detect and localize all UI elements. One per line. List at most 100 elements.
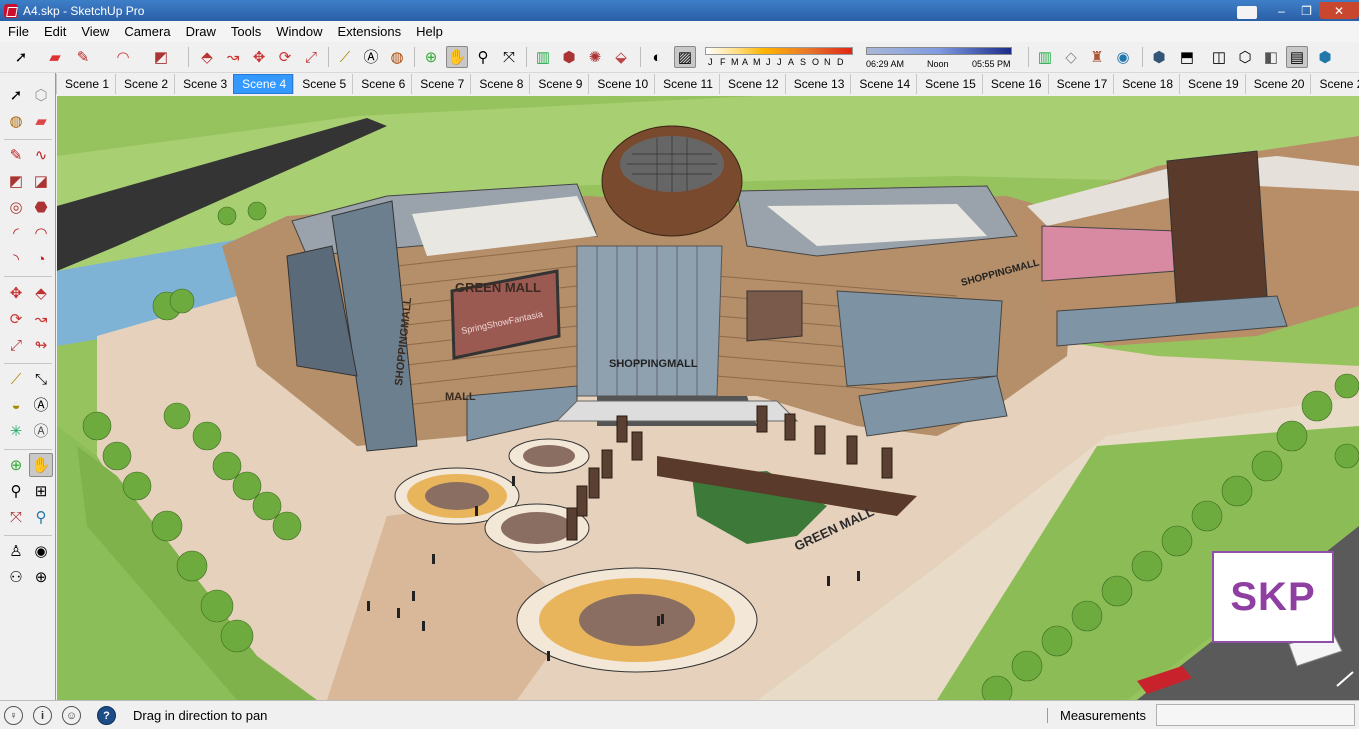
zoom-icon[interactable]: ⚲: [472, 46, 494, 68]
scale-icon[interactable]: ⤢: [4, 333, 28, 357]
text-label-icon[interactable]: Ⓐ: [360, 46, 382, 68]
scene-tab[interactable]: Scene 6: [352, 74, 411, 94]
freehand-icon[interactable]: ∿: [29, 143, 53, 167]
zoom-icon[interactable]: ⚲: [4, 479, 28, 503]
scene-tab[interactable]: Scene 13: [784, 74, 851, 94]
show-fog-icon[interactable]: ▨: [674, 46, 696, 68]
user-account-icon[interactable]: ☺: [62, 706, 81, 725]
position-camera-icon[interactable]: ♙: [4, 539, 28, 563]
menu-file[interactable]: File: [0, 24, 36, 39]
text-icon[interactable]: Ⓐ: [29, 393, 53, 417]
orbit-icon[interactable]: ⊕: [4, 453, 28, 477]
polygon-icon[interactable]: ⬣: [29, 195, 53, 219]
show-shadows-icon[interactable]: ◐: [646, 46, 668, 68]
make-component-icon[interactable]: ⬡: [29, 83, 53, 107]
scene-tab[interactable]: Scene 19: [1179, 74, 1245, 94]
sandbox-icon[interactable]: ♜: [1086, 46, 1108, 68]
rotate-icon[interactable]: ⟳: [4, 307, 28, 331]
scale-icon[interactable]: ⤢: [300, 46, 322, 68]
follow-me-icon[interactable]: ↝: [222, 46, 244, 68]
wireframe-icon[interactable]: ⬡: [1234, 46, 1256, 68]
model-viewport[interactable]: GREEN MALL SHOPPINGMALL SHOPPINGMALL MAL…: [57, 96, 1359, 700]
restore-button[interactable]: ❐: [1294, 2, 1319, 19]
push-pull-icon[interactable]: ⬘: [29, 281, 53, 305]
eraser-icon[interactable]: ▰: [44, 46, 66, 68]
pencil-line-icon[interactable]: ✎: [72, 46, 94, 68]
hidden-line-icon[interactable]: ◧: [1260, 46, 1282, 68]
zoom-extents-icon[interactable]: ⤧: [498, 46, 520, 68]
scene-tab[interactable]: Scene 11: [654, 74, 719, 94]
select-arrow-icon[interactable]: ➚: [10, 46, 32, 68]
scene-tab[interactable]: Scene 17: [1047, 74, 1114, 94]
scene-tab[interactable]: Scene 21: [1310, 74, 1359, 94]
three-point-arc-icon[interactable]: ◝: [4, 247, 28, 271]
move-icon[interactable]: ✥: [4, 281, 28, 305]
rectangle-icon[interactable]: ◩: [4, 169, 28, 193]
scene-tab[interactable]: Scene 5: [293, 74, 352, 94]
shadow-time-slider[interactable]: 06:29 AM Noon 05:55 PM: [866, 47, 1016, 69]
circle-icon[interactable]: ◎: [4, 195, 28, 219]
scene-tab[interactable]: Scene 12: [718, 74, 785, 94]
menu-draw[interactable]: Draw: [178, 24, 223, 39]
rotated-rectangle-icon[interactable]: ◪: [29, 169, 53, 193]
share-model-icon[interactable]: ⬢: [558, 46, 580, 68]
select-icon[interactable]: ➚: [4, 83, 28, 107]
iso-view-icon[interactable]: ⬢: [1148, 46, 1170, 68]
arc-icon[interactable]: ◠: [112, 46, 134, 68]
look-around-icon[interactable]: ◉: [29, 539, 53, 563]
offset-icon[interactable]: ↬: [29, 333, 53, 357]
axes-icon[interactable]: ✳: [4, 419, 28, 443]
tape-measure-icon[interactable]: ⟋: [4, 367, 28, 391]
minimize-button[interactable]: –: [1269, 2, 1294, 19]
pie-icon[interactable]: ◔: [29, 247, 53, 271]
orbit-icon[interactable]: ⊕: [420, 46, 442, 68]
scene-tab[interactable]: Scene 15: [916, 74, 982, 94]
follow-me-icon[interactable]: ↝: [29, 307, 53, 331]
warehouse-icon[interactable]: ▥: [532, 46, 554, 68]
shadow-date-slider[interactable]: J F M A M J J A S O N D: [705, 47, 853, 69]
scene-tab[interactable]: Scene 16: [981, 74, 1048, 94]
paint-bucket-icon[interactable]: ◍: [4, 109, 28, 133]
menu-help[interactable]: Help: [408, 24, 450, 39]
3d-text-icon[interactable]: Ⓐ: [29, 419, 53, 443]
get-models-icon[interactable]: ▥: [1034, 46, 1056, 68]
measurements-input[interactable]: [1156, 704, 1355, 726]
credits-info-icon[interactable]: i: [33, 706, 52, 725]
section-plane-icon[interactable]: ⊕: [29, 565, 53, 589]
walk-icon[interactable]: ⚇: [4, 565, 28, 589]
tape-measure-icon[interactable]: ⟋: [334, 46, 356, 68]
menu-view[interactable]: View: [73, 24, 116, 39]
menu-camera[interactable]: Camera: [116, 24, 177, 39]
move-icon[interactable]: ✥: [248, 46, 270, 68]
scene-tab[interactable]: Scene 9: [529, 74, 588, 94]
shaded-icon[interactable]: ▤: [1286, 46, 1308, 68]
geo-location-status-icon[interactable]: ♀: [4, 706, 23, 725]
paint-bucket-icon[interactable]: ◍: [386, 46, 408, 68]
top-view-icon[interactable]: ⬒: [1176, 46, 1198, 68]
front-view-icon[interactable]: ◫: [1208, 46, 1230, 68]
scene-tab[interactable]: Scene 18: [1113, 74, 1179, 94]
two-point-arc-icon[interactable]: ◠: [29, 221, 53, 245]
scene-tab[interactable]: Scene 10: [588, 74, 654, 94]
rectangle-icon[interactable]: ◩: [150, 46, 172, 68]
dimension-icon[interactable]: ⤡: [29, 367, 53, 391]
previous-view-icon[interactable]: ⚲: [29, 505, 53, 529]
pan-icon[interactable]: ✋: [29, 453, 53, 477]
eraser-icon[interactable]: ▰: [29, 109, 53, 133]
scene-tab[interactable]: Scene 1: [56, 74, 115, 94]
pan-hand-icon[interactable]: ✋: [446, 46, 468, 68]
arc-icon[interactable]: ◜: [4, 221, 28, 245]
geo-location-icon[interactable]: ◉: [1112, 46, 1134, 68]
scene-tab[interactable]: Scene 4: [233, 74, 294, 94]
close-button[interactable]: ✕: [1319, 2, 1359, 19]
menu-edit[interactable]: Edit: [36, 24, 73, 39]
extension-warehouse-icon[interactable]: ⬙: [610, 46, 632, 68]
menu-window[interactable]: Window: [268, 24, 329, 39]
zoom-extents-icon[interactable]: ⤧: [4, 505, 28, 529]
scene-tab[interactable]: Scene 14: [850, 74, 916, 94]
components-icon[interactable]: ✺: [584, 46, 606, 68]
scene-tab[interactable]: Scene 3: [174, 74, 233, 94]
scene-tab[interactable]: Scene 2: [115, 74, 174, 94]
scene-tab[interactable]: Scene 8: [470, 74, 529, 94]
instructor-help-icon[interactable]: ?: [97, 706, 116, 725]
